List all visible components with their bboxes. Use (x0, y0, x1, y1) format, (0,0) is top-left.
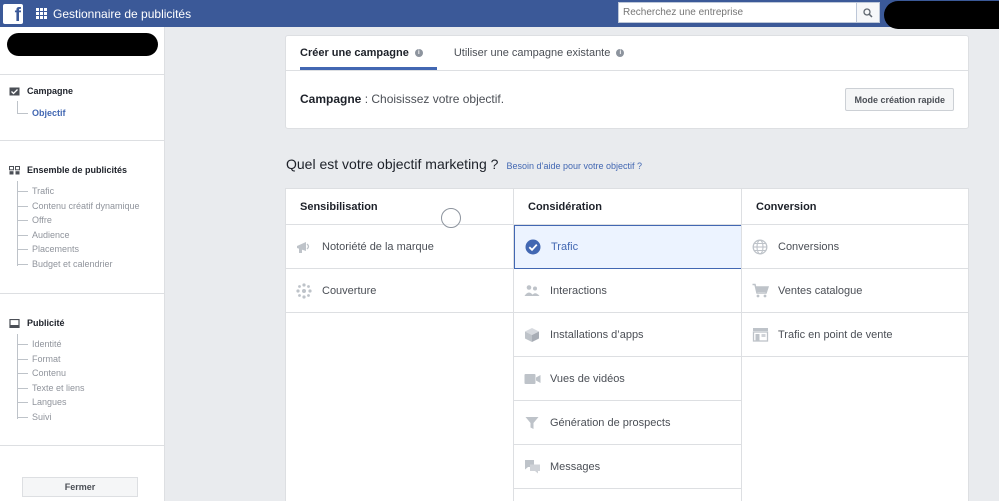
divider (0, 445, 164, 446)
nav-item-identite[interactable]: Identité (17, 339, 62, 349)
column-title: Sensibilisation (286, 189, 514, 225)
objective-trafic[interactable]: Trafic (514, 225, 742, 269)
nav-section-title: Campagne (27, 86, 74, 96)
nav-section-title: Publicité (27, 318, 65, 328)
column-sensibilisation: Sensibilisation Notoriété de la marque C… (286, 189, 514, 501)
megaphone-icon (297, 241, 310, 253)
reach-icon (296, 282, 312, 299)
objective-installations[interactable]: Installations d’apps (514, 313, 742, 357)
apps-grid-icon[interactable] (36, 8, 47, 19)
nav-item-budget[interactable]: Budget et calendrier (17, 259, 113, 269)
nav-item-trafic[interactable]: Trafic (17, 186, 54, 196)
tab-create-campaign[interactable]: Créer une campagne i (300, 36, 437, 70)
objective-interactions[interactable]: Interactions (514, 269, 742, 313)
cube-icon (525, 327, 539, 342)
help-link[interactable]: Besoin d’aide pour votre objectif ? (506, 161, 642, 171)
search-icon (863, 7, 873, 18)
divider (0, 140, 164, 141)
facebook-logo-icon[interactable]: f (3, 3, 23, 25)
campaign-label: Campagne (300, 92, 362, 106)
close-button[interactable]: Fermer (22, 477, 138, 497)
business-search-input[interactable] (618, 2, 856, 23)
top-bar: f Gestionnaire de publicités (0, 0, 999, 29)
check-circle-icon (525, 239, 541, 255)
nav-item-objectif[interactable]: Objectif (17, 108, 66, 118)
nav-item-audience[interactable]: Audience (17, 230, 70, 240)
search-button[interactable] (856, 2, 880, 23)
redacted-account-name (7, 33, 158, 56)
campaign-instruction: : Choisissez votre objectif. (361, 92, 505, 106)
objective-point-de-vente[interactable]: Trafic en point de vente (742, 313, 968, 357)
column-conversion: Conversion Conversions Ventes catalogue … (742, 189, 968, 501)
nav-item-placements[interactable]: Placements (17, 244, 79, 254)
tab-existing-campaign[interactable]: Utiliser une campagne existante i (454, 36, 625, 70)
objective-notoriete[interactable]: Notoriété de la marque (286, 225, 514, 269)
objective-couverture[interactable]: Couverture (286, 269, 514, 313)
nav-item-langues[interactable]: Langues (17, 397, 67, 407)
objective-vues-videos[interactable]: Vues de vidéos (514, 357, 742, 401)
divider (0, 74, 164, 75)
globe-icon (752, 239, 768, 254)
adset-grid-icon (9, 165, 20, 174)
divider (286, 70, 968, 71)
nav-section-title: Ensemble de publicités (27, 165, 128, 175)
cart-icon (752, 283, 769, 298)
objective-messages[interactable]: Messages (514, 445, 742, 489)
funnel-icon (525, 416, 539, 429)
mouse-cursor (441, 208, 461, 228)
objective-question: Quel est votre objectif marketing ? Beso… (286, 156, 642, 172)
nav-item-contenu-creatif[interactable]: Contenu créatif dynamique (17, 201, 140, 211)
divider (0, 293, 164, 294)
nav-item-texte-liens[interactable]: Texte et liens (17, 383, 85, 393)
search-box (618, 2, 880, 23)
nav-item-offre[interactable]: Offre (17, 215, 52, 225)
nav-section-campagne[interactable]: Campagne (9, 86, 73, 96)
objective-ventes-catalogue[interactable]: Ventes catalogue (742, 269, 968, 313)
page-title: Quel est votre objectif marketing ? (286, 156, 499, 172)
objectives-grid: Sensibilisation Notoriété de la marque C… (285, 188, 969, 501)
info-icon[interactable]: i (616, 49, 625, 57)
people-icon (524, 284, 540, 296)
checkbox-icon (9, 87, 20, 95)
nav-section-publicite[interactable]: Publicité (9, 318, 65, 328)
quick-creation-button[interactable]: Mode création rapide (845, 88, 954, 111)
info-icon[interactable]: i (414, 49, 423, 57)
ad-square-icon (9, 318, 20, 328)
campaign-tabs: Créer une campagne i Utiliser une campag… (300, 36, 655, 70)
column-consideration: Considération Trafic Interactions Instal… (514, 189, 742, 501)
app-title[interactable]: Gestionnaire de publicités (53, 7, 191, 21)
column-title: Conversion (742, 189, 968, 225)
redacted-account (884, 1, 999, 29)
nav-section-ensemble[interactable]: Ensemble de publicités (9, 165, 127, 175)
chat-icon (524, 460, 540, 474)
left-nav: Campagne Objectif Ensemble de publicités… (0, 27, 165, 501)
nav-item-suivi[interactable]: Suivi (17, 412, 52, 422)
campaign-heading: Campagne : Choisissez votre objectif. (300, 92, 504, 106)
campaign-card: Créer une campagne i Utiliser une campag… (285, 35, 969, 129)
nav-item-contenu[interactable]: Contenu (17, 368, 66, 378)
objective-prospects[interactable]: Génération de prospects (514, 401, 742, 445)
column-title: Considération (514, 189, 742, 225)
video-icon (524, 373, 540, 384)
store-icon (752, 328, 768, 342)
nav-item-format[interactable]: Format (17, 354, 61, 364)
objective-conversions[interactable]: Conversions (742, 225, 968, 269)
